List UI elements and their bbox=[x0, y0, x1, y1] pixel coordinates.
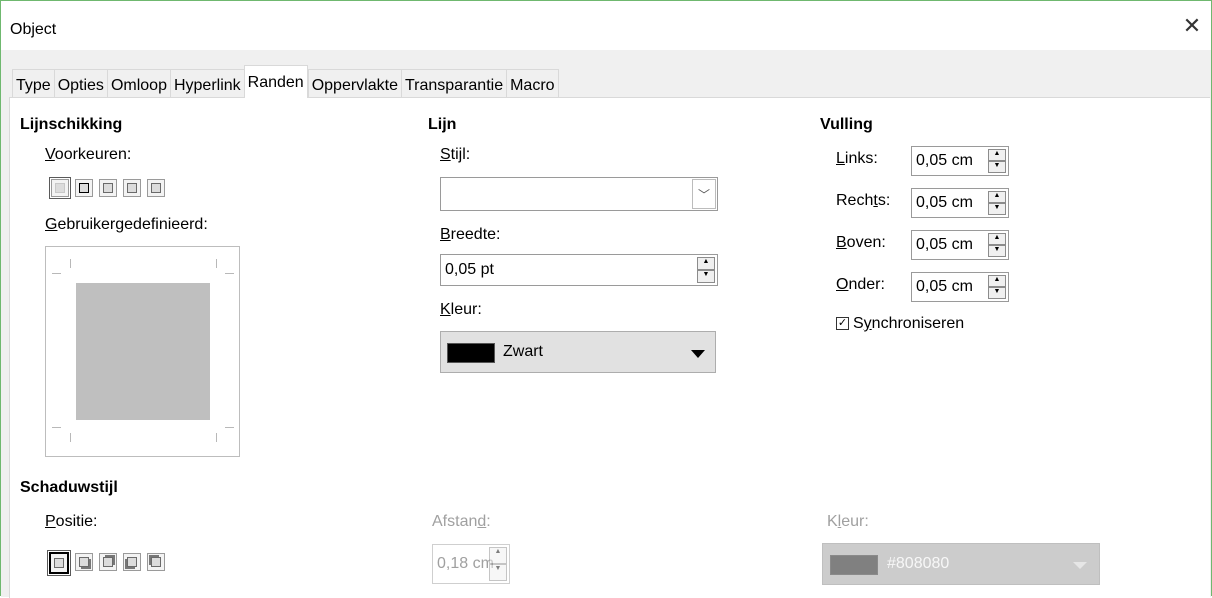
border-presets bbox=[45, 177, 185, 200]
bottom-padding-spinner[interactable]: ▲ ▼ bbox=[988, 275, 1006, 299]
shadow-bottom-right-button[interactable] bbox=[75, 553, 93, 571]
shadow-position-label: Positie: bbox=[45, 513, 98, 530]
shadow-color-button[interactable]: #808080 bbox=[822, 543, 1100, 585]
shadow-none-button[interactable] bbox=[47, 550, 71, 576]
spin-up-icon[interactable]: ▲ bbox=[697, 257, 715, 270]
tab-bar: Type Opties Omloop Hyperlink Randen Oppe… bbox=[12, 65, 559, 100]
shadow-top-right-button[interactable] bbox=[99, 553, 117, 571]
shadow-color-name: #808080 bbox=[887, 555, 950, 572]
spin-down-icon[interactable]: ▼ bbox=[697, 270, 715, 283]
left-padding-label: Links: bbox=[836, 150, 878, 167]
shadow-color-swatch bbox=[830, 555, 878, 575]
color-label: Kleur: bbox=[440, 301, 482, 318]
top-padding-label: Boven: bbox=[836, 234, 886, 251]
shadow-distance-label: Afstand: bbox=[432, 513, 491, 530]
right-padding-label: Rechts: bbox=[836, 192, 891, 209]
line-style-dropdown[interactable]: ﹀ bbox=[440, 177, 718, 211]
style-label: Stijl: bbox=[440, 146, 471, 163]
shadow-color-label: Kleur: bbox=[827, 513, 869, 530]
top-padding-field[interactable]: 0,05 cm ▲ ▼ bbox=[911, 230, 1009, 260]
tab-hyperlink[interactable]: Hyperlink bbox=[169, 69, 244, 100]
preset-all-button[interactable] bbox=[147, 179, 165, 197]
checkbox-icon[interactable]: ✓ bbox=[836, 317, 849, 331]
shadow-top-left-button[interactable] bbox=[147, 553, 165, 571]
tab-macro[interactable]: Macro bbox=[506, 69, 559, 100]
top-padding-spinner[interactable]: ▲ ▼ bbox=[988, 233, 1006, 257]
shadow-position-presets bbox=[45, 548, 185, 576]
shadow-distance-value: 0,18 cm bbox=[437, 555, 494, 572]
left-padding-value: 0,05 cm bbox=[916, 152, 973, 169]
presets-label: Voorkeuren: bbox=[45, 146, 132, 163]
lijnschikking-heading: Lijnschikking bbox=[20, 116, 123, 133]
title-bar bbox=[1, 1, 1211, 49]
chevron-down-icon[interactable]: ﹀ bbox=[692, 179, 716, 209]
bottom-padding-value: 0,05 cm bbox=[916, 278, 973, 295]
bottom-padding-field[interactable]: 0,05 cm ▲ ▼ bbox=[911, 272, 1009, 302]
shadow-distance-field[interactable]: 0,18 cm ▲ ▼ bbox=[432, 544, 510, 584]
right-padding-value: 0,05 cm bbox=[916, 194, 973, 211]
line-color-name: Zwart bbox=[503, 343, 543, 360]
right-padding-field[interactable]: 0,05 cm ▲ ▼ bbox=[911, 188, 1009, 218]
left-padding-field[interactable]: 0,05 cm ▲ ▼ bbox=[911, 146, 1009, 176]
tab-randen[interactable]: Randen bbox=[243, 65, 308, 98]
schaduwstijl-heading: Schaduwstijl bbox=[20, 479, 118, 496]
shadow-bottom-left-button[interactable] bbox=[123, 553, 141, 571]
preset-box-button[interactable] bbox=[75, 179, 93, 197]
custom-label: Gebruikergedefinieerd: bbox=[45, 216, 208, 233]
border-preview-area[interactable] bbox=[45, 246, 240, 457]
dropdown-arrow-icon bbox=[1073, 562, 1087, 569]
line-width-field[interactable]: 0,05 pt ▲ ▼ bbox=[440, 254, 718, 286]
right-padding-spinner[interactable]: ▲ ▼ bbox=[988, 191, 1006, 215]
shadow-distance-spinner[interactable]: ▲ ▼ bbox=[489, 547, 507, 581]
synchronize-checkbox[interactable]: ✓ Synchroniseren bbox=[836, 315, 964, 333]
tab-transparantie[interactable]: Transparantie bbox=[400, 69, 507, 100]
tab-opties[interactable]: Opties bbox=[53, 69, 107, 100]
top-padding-value: 0,05 cm bbox=[916, 236, 973, 253]
line-width-value: 0,05 pt bbox=[445, 261, 494, 278]
line-color-swatch bbox=[447, 343, 495, 363]
line-color-button[interactable]: Zwart bbox=[440, 331, 716, 373]
close-icon[interactable]: ✕ bbox=[1181, 15, 1203, 37]
tab-type[interactable]: Type bbox=[12, 69, 54, 100]
vulling-heading: Vulling bbox=[820, 116, 873, 133]
lijn-heading: Lijn bbox=[428, 116, 457, 133]
left-padding-spinner[interactable]: ▲ ▼ bbox=[988, 149, 1006, 173]
preset-topbottom-button[interactable] bbox=[123, 179, 141, 197]
bottom-padding-label: Onder: bbox=[836, 276, 885, 293]
dropdown-arrow-icon bbox=[691, 350, 705, 358]
tab-oppervlakte[interactable]: Oppervlakte bbox=[307, 69, 401, 100]
line-width-spinner[interactable]: ▲ ▼ bbox=[697, 257, 715, 283]
window-title: Object bbox=[10, 21, 57, 38]
preview-object bbox=[76, 283, 210, 420]
width-label: Breedte: bbox=[440, 226, 501, 243]
preset-none-button[interactable] bbox=[49, 177, 71, 199]
preset-sides-button[interactable] bbox=[99, 179, 117, 197]
tab-omloop[interactable]: Omloop bbox=[106, 69, 170, 100]
